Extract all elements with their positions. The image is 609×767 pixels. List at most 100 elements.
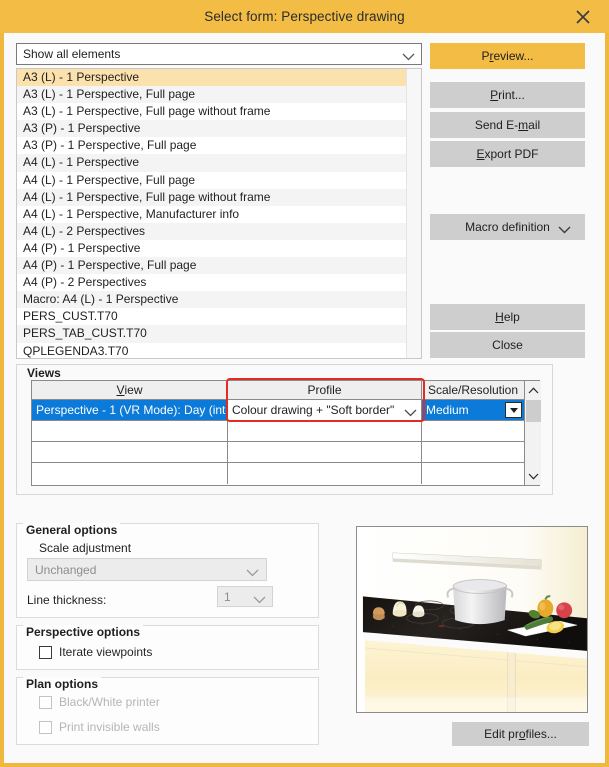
cell-scale-resolution[interactable]: Medium (422, 400, 524, 420)
scale-value: Medium (426, 403, 469, 417)
table-row[interactable] (32, 421, 524, 442)
cell-view[interactable] (32, 463, 228, 484)
chevron-down-icon (558, 223, 571, 234)
list-item[interactable]: A4 (P) - 2 Perspectives (17, 274, 406, 292)
chevron-down-icon (253, 593, 266, 603)
cell-scale-resolution[interactable] (422, 421, 524, 441)
print-button[interactable]: Print... (430, 82, 585, 108)
line-thickness-value: 1 (224, 589, 231, 604)
export-pdf-button[interactable]: Export PDF (430, 141, 585, 167)
form-list-scroll-thumb[interactable] (408, 69, 421, 358)
list-item[interactable]: A4 (L) - 1 Perspective, Full page withou… (17, 188, 406, 206)
perspective-options-group: Perspective options Iterate viewpoints (16, 625, 319, 670)
list-item[interactable]: A4 (L) - 1 Perspective, Manufacturer inf… (17, 205, 406, 223)
cell-view[interactable]: Perspective - 1 (VR Mode): Day (interior (32, 400, 228, 420)
kitchen-render-image (357, 527, 587, 712)
print-invisible-walls-checkbox: Print invisible walls (39, 720, 160, 734)
close-icon[interactable] (563, 0, 603, 33)
table-row[interactable] (32, 463, 524, 484)
column-header-view[interactable]: View (32, 381, 228, 399)
list-item[interactable]: A4 (L) - 1 Perspective, Full page (17, 171, 406, 189)
views-table-main: View Profile Scale/Resolution Perspectiv… (32, 381, 524, 485)
list-item[interactable]: A3 (P) - 1 Perspective (17, 120, 406, 138)
cell-profile[interactable] (228, 421, 422, 441)
select-form-dialog: Select form: Perspective drawing Show al… (0, 0, 609, 767)
print-invisible-walls-label: Print invisible walls (59, 720, 160, 734)
cell-view[interactable] (32, 421, 228, 441)
show-elements-value: Show all elements (23, 47, 121, 61)
perspective-options-title: Perspective options (23, 625, 144, 639)
help-button[interactable]: Help (430, 304, 585, 330)
render-preview (356, 526, 588, 713)
chevron-down-icon (402, 50, 415, 61)
general-options-title: General options (23, 523, 121, 537)
help-button-label: Help (495, 310, 520, 324)
send-email-button[interactable]: Send E-mail (430, 112, 585, 138)
list-item[interactable]: A4 (P) - 1 Perspective, Full page (17, 257, 406, 275)
views-table-body: Perspective - 1 (VR Mode): Day (interior… (32, 400, 524, 484)
checkbox-icon (39, 720, 52, 734)
views-scroll-thumb[interactable] (526, 400, 541, 422)
edit-profiles-button[interactable]: Edit profiles... (452, 722, 589, 746)
form-list-body[interactable]: A3 (L) - 1 Perspective A3 (L) - 1 Perspec… (17, 69, 406, 358)
form-list-scrollbar[interactable] (406, 69, 421, 358)
column-header-scale-resolution[interactable]: Scale/Resolution (422, 381, 524, 399)
list-item[interactable]: A3 (L) - 1 Perspective, Full page (17, 86, 406, 104)
chevron-down-icon[interactable] (404, 406, 417, 417)
scale-adjustment-dropdown[interactable]: Unchanged (27, 558, 267, 581)
iterate-viewpoints-checkbox[interactable]: Iterate viewpoints (39, 645, 152, 659)
plan-options-group: Plan options Black/White printer Print i… (16, 677, 319, 745)
form-list[interactable]: A3 (L) - 1 Perspective A3 (L) - 1 Perspec… (16, 68, 422, 359)
list-item[interactable]: PERS_CUST.T70 (17, 308, 406, 326)
preview-button[interactable]: Preview... (430, 43, 585, 69)
chevron-down-icon (246, 566, 259, 576)
black-white-printer-label: Black/White printer (59, 695, 160, 709)
line-thickness-label: Line thickness: (27, 593, 107, 607)
plan-options-title: Plan options (23, 677, 101, 691)
show-elements-dropdown[interactable]: Show all elements (16, 43, 422, 65)
list-item[interactable]: A3 (P) - 1 Perspective, Full page (17, 137, 406, 155)
views-group-title: Views (24, 366, 64, 380)
close-button-label: Close (492, 338, 523, 352)
column-header-profile[interactable]: Profile (228, 381, 422, 399)
scale-adjustment-value: Unchanged (35, 562, 97, 577)
cell-scale-resolution[interactable] (422, 442, 524, 462)
cell-view[interactable] (32, 442, 228, 462)
checkbox-icon (39, 695, 52, 709)
line-thickness-stepper[interactable]: 1 (217, 586, 273, 607)
edit-profiles-label: Edit profiles... (484, 727, 557, 741)
cell-profile[interactable]: Colour drawing + "Soft border" (228, 400, 422, 420)
views-table-header: View Profile Scale/Resolution (32, 381, 524, 400)
cell-profile[interactable] (228, 442, 422, 462)
list-item[interactable]: A4 (L) - 1 Perspective (17, 154, 406, 172)
chevron-down-icon[interactable] (525, 468, 542, 484)
page-title: Select form: Perspective drawing (204, 9, 405, 24)
macro-definition-button[interactable]: Macro definition (430, 214, 585, 240)
scale-adjustment-label: Scale adjustment (39, 541, 132, 555)
chevron-up-icon[interactable] (525, 382, 542, 398)
list-item[interactable]: A4 (P) - 1 Perspective (17, 239, 406, 258)
list-item[interactable]: A4 (L) - 2 Perspectives (17, 222, 406, 240)
cell-profile[interactable] (228, 463, 422, 484)
export-pdf-button-label: Export PDF (476, 147, 539, 161)
cell-scale-resolution[interactable] (422, 463, 524, 484)
list-item[interactable]: QPLEGENDA3.T70 (17, 342, 406, 358)
iterate-viewpoints-label: Iterate viewpoints (59, 645, 153, 659)
list-item[interactable]: A3 (L) - 1 Perspective (17, 69, 406, 87)
list-item[interactable]: PERS_TAB_CUST.T70 (17, 325, 406, 343)
title-bar: Select form: Perspective drawing (0, 0, 609, 33)
list-item[interactable]: Macro: A4 (L) - 1 Perspective (17, 291, 406, 309)
views-table-scrollbar[interactable] (524, 381, 541, 485)
close-button[interactable]: Close (430, 332, 585, 358)
general-options-group: General options Scale adjustment Unchang… (16, 523, 319, 618)
triangle-down-icon[interactable] (505, 402, 522, 418)
list-item[interactable]: A3 (L) - 1 Perspective, Full page withou… (17, 103, 406, 121)
black-white-printer-checkbox: Black/White printer (39, 695, 160, 709)
views-table[interactable]: View Profile Scale/Resolution Perspectiv… (31, 380, 541, 486)
table-row[interactable] (32, 442, 524, 463)
checkbox-icon (39, 645, 52, 659)
table-row[interactable]: Perspective - 1 (VR Mode): Day (interior… (32, 400, 524, 421)
profile-value: Colour drawing + "Soft border" (232, 403, 395, 417)
send-email-button-label: Send E-mail (474, 118, 541, 132)
preview-button-label: Preview... (481, 49, 534, 63)
